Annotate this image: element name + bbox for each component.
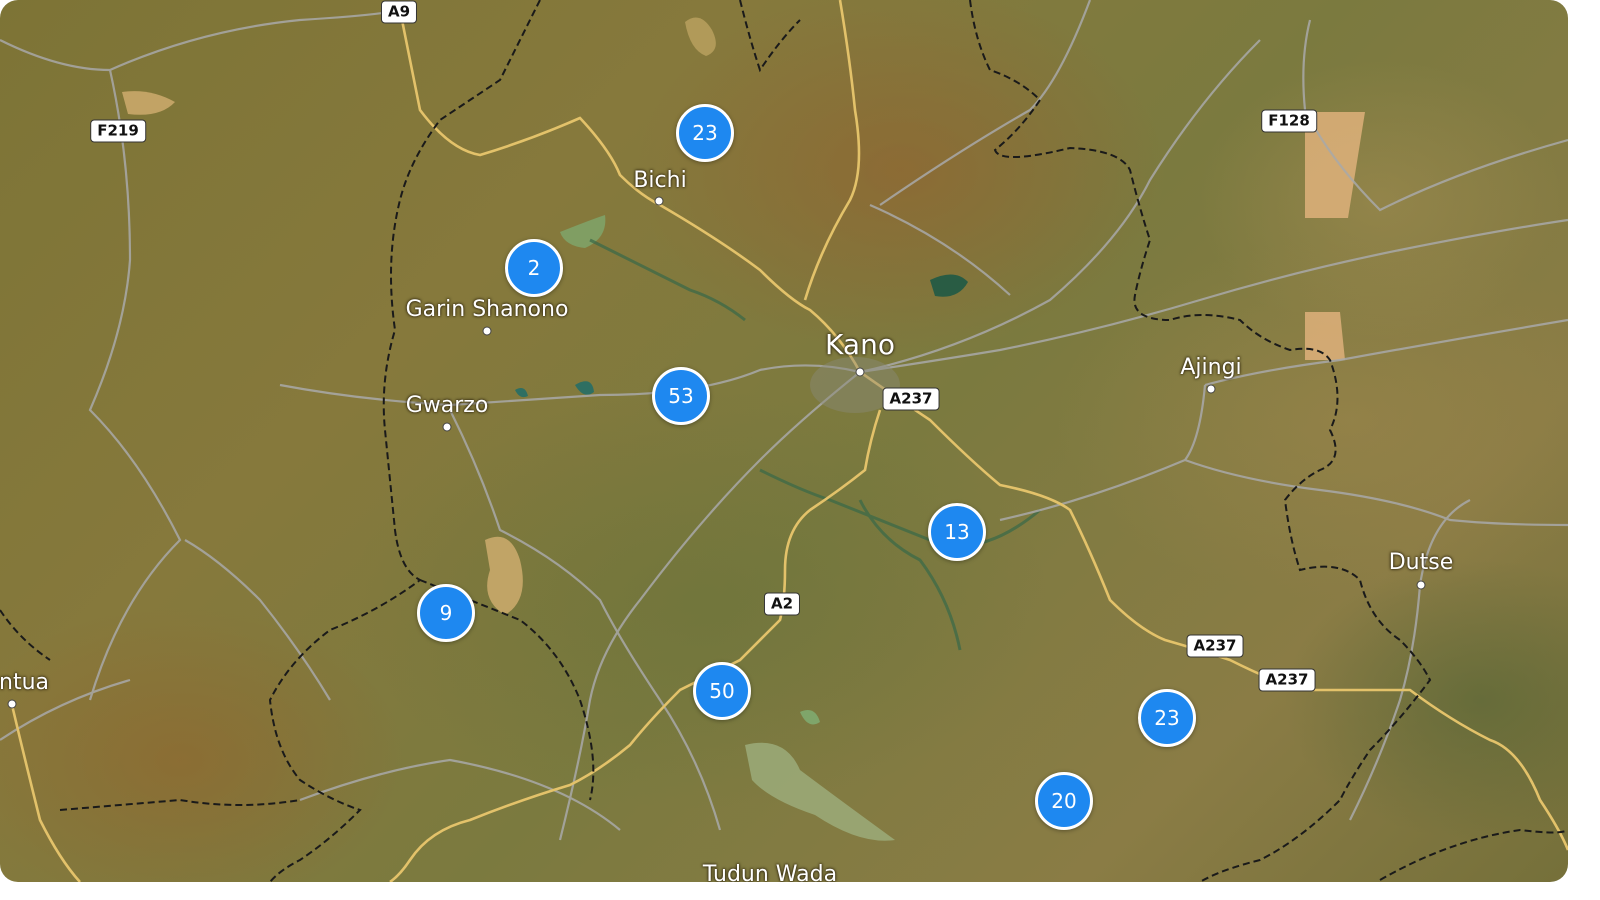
rivers: [589, 238, 1041, 651]
lake-kano-east: [930, 274, 968, 297]
place-marker-ajingi: [1206, 384, 1216, 394]
road-shield-a237: A237: [1186, 634, 1244, 658]
cluster-marker[interactable]: 23: [676, 104, 734, 162]
place-marker-bichi: [654, 196, 664, 206]
sand-patch-east2: [1305, 312, 1345, 360]
reservoir-west: [122, 91, 175, 115]
cluster-marker[interactable]: 23: [1138, 689, 1196, 747]
map-vector-layer: [0, 0, 1568, 882]
road-shield-a237: A237: [1258, 668, 1316, 692]
lake-north: [685, 17, 716, 56]
cluster-marker[interactable]: 20: [1035, 772, 1093, 830]
place-label-ntua: ntua: [0, 670, 49, 695]
road-shield-a9: A9: [380, 0, 418, 24]
place-label-garin-shanono: Garin Shanono: [405, 297, 569, 322]
road-shield-a237: A237: [882, 387, 940, 411]
lake-tiny-3: [800, 709, 820, 725]
reservoir-south: [745, 742, 895, 841]
place-label-ajingi: Ajingi: [1180, 355, 1242, 380]
satellite-map[interactable]: Kano Bichi Garin Shanono Gwarzo Ajingi D…: [0, 0, 1568, 882]
cluster-marker[interactable]: 50: [693, 662, 751, 720]
cluster-marker[interactable]: 53: [652, 367, 710, 425]
place-label-kano: Kano: [825, 328, 895, 361]
place-marker-dutse: [1416, 580, 1426, 590]
lake-tiny-1: [575, 381, 594, 395]
place-label-gwarzo: Gwarzo: [405, 393, 489, 418]
road-shield-f128: F128: [1261, 109, 1317, 133]
place-label-tudun-wada: Tudun Wada: [702, 862, 838, 882]
reservoir-sw: [485, 536, 523, 615]
place-label-bichi: Bichi: [633, 168, 687, 193]
place-marker-gwarzo: [442, 422, 452, 432]
cluster-marker[interactable]: 9: [417, 584, 475, 642]
place-marker-ntua: [7, 699, 17, 709]
place-label-dutse: Dutse: [1388, 550, 1454, 575]
place-marker-kano: [855, 367, 865, 377]
lake-tiny-2: [515, 388, 528, 398]
road-shield-a2: A2: [763, 592, 801, 616]
place-marker-garin-shanono: [482, 326, 492, 336]
cluster-marker[interactable]: 2: [505, 239, 563, 297]
road-shield-f219: F219: [90, 119, 146, 143]
cluster-marker[interactable]: 13: [928, 503, 986, 561]
